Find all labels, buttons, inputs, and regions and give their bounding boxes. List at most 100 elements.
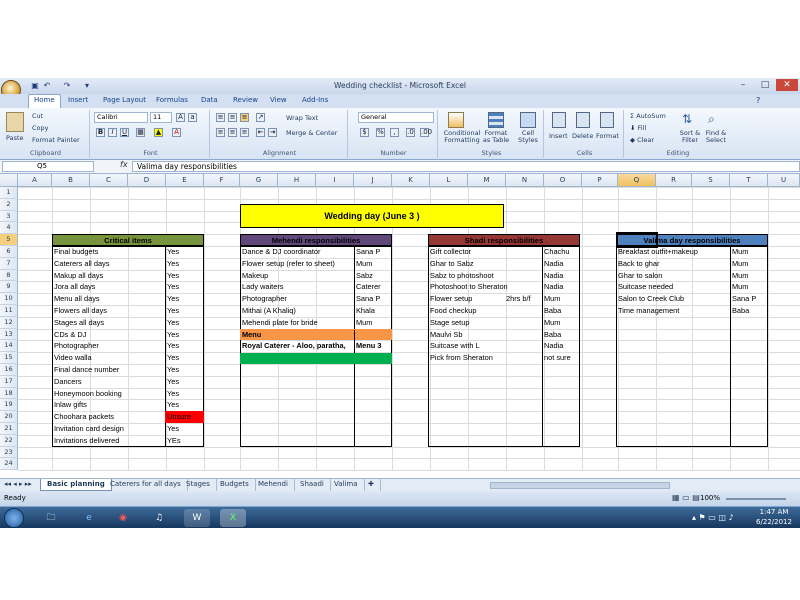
align-right-icon[interactable]: ≡ [240,128,249,137]
mehendi-owner[interactable]: Mum [354,258,392,270]
column-header-t[interactable]: T [730,174,768,187]
column-header-k[interactable]: K [392,174,430,187]
row-header-13[interactable]: 13 [0,328,18,341]
mehendi-owner[interactable]: Sana P [354,293,392,305]
critical-owner[interactable]: Yes [165,293,204,305]
column-header-e[interactable]: E [166,174,204,187]
mehendi-item[interactable]: Dance & DJ coordinator [240,246,354,258]
itunes-icon[interactable]: ♫ [146,509,172,527]
fill-button[interactable]: ⬇ Fill [630,124,646,132]
row-header-10[interactable]: 10 [0,293,18,305]
start-button[interactable] [4,508,24,528]
valima-owner[interactable]: Sana P [730,293,768,305]
find-select-button[interactable]: Find & Select [704,130,728,144]
critical-owner[interactable]: Yes [165,399,204,411]
valima-item[interactable]: Salon to Creek Club [616,293,730,305]
conditional-formatting-button[interactable]: Conditional Formatting [442,130,482,144]
sheet-tab-mehendi[interactable]: Mehendi [252,479,295,491]
sheet-tab-basic-planning[interactable]: Basic planning [40,479,112,491]
bold-icon[interactable]: B [96,128,105,137]
tray-icons[interactable]: ▴ ⚑ ▭ ◫ ♪ [692,513,734,522]
column-header-p[interactable]: P [582,174,618,187]
paste-button[interactable]: Paste [6,134,24,142]
mehendi-owner[interactable]: Khala [354,305,392,317]
critical-item[interactable]: Final dance number [52,364,165,376]
tab-data[interactable]: Data [201,96,218,104]
cut-button[interactable]: Cut [32,112,43,120]
critical-item[interactable]: Stages all days [52,317,165,329]
sheet-tab-stages[interactable]: Stages [180,479,217,491]
chrome-icon[interactable]: ◉ [110,509,136,527]
increase-decimal-icon[interactable]: .0 [406,128,415,137]
tab-view[interactable]: View [270,96,287,104]
comma-icon[interactable]: , [390,128,399,137]
column-header-q[interactable]: Q [618,174,656,187]
valima-owner[interactable]: Mum [730,258,768,270]
align-center-icon[interactable]: ≡ [228,128,237,137]
column-header-m[interactable]: M [468,174,506,187]
mehendi-owner[interactable]: Caterer [354,281,392,293]
orientation-icon[interactable]: ↗ [256,113,265,122]
tab-insert[interactable]: Insert [68,96,88,104]
critical-item[interactable]: Video walla [52,352,165,364]
row-header-7[interactable]: 7 [0,257,18,270]
row-header-21[interactable]: 21 [0,423,18,435]
sheet-nav-icon[interactable]: ◂◂ ◂ ▸ ▸▸ [4,480,32,488]
critical-owner[interactable]: Yes [165,258,204,270]
grow-font-icon[interactable]: A [176,113,185,122]
row-header-20[interactable]: 20 [0,411,18,423]
row-header-1[interactable]: 1 [0,187,18,199]
select-all-corner[interactable] [0,174,18,187]
zoom-level[interactable]: 100% [700,494,720,502]
critical-item[interactable]: Dancers [52,376,165,388]
mehendi-item[interactable]: Lady waiters [240,281,354,293]
shadi-owner[interactable]: Mum [542,317,580,329]
menu-ref[interactable]: Menu 3 [354,340,392,352]
critical-item[interactable]: Choohara packets [52,411,165,423]
critical-item[interactable]: Final budgets [52,246,165,258]
insert-button[interactable]: Insert [549,132,568,140]
tab-page-layout[interactable]: Page Layout [103,96,146,104]
column-header-g[interactable]: G [240,174,278,187]
borders-icon[interactable]: ▦ [136,128,145,137]
critical-owner[interactable]: Yes [165,317,204,329]
italic-icon[interactable]: I [108,128,117,137]
maximize-button[interactable]: □ [754,79,776,91]
critical-owner[interactable]: Yes [165,376,204,388]
word-icon[interactable]: W [184,509,210,527]
critical-owner[interactable]: Yes [165,388,204,400]
critical-item[interactable]: Flowers all days [52,305,165,317]
critical-owner[interactable]: Yes [165,246,204,258]
row-header-2[interactable]: 2 [0,198,18,211]
row-header-6[interactable]: 6 [0,246,18,258]
tab-add-ins[interactable]: Add-Ins [302,96,328,104]
critical-owner[interactable]: Yes [165,281,204,293]
critical-item[interactable]: Makup all days [52,270,165,282]
menu-item[interactable]: Royal Caterer - Aloo, paratha, [240,340,354,352]
close-button[interactable]: ✕ [776,79,798,91]
row-header-17[interactable]: 17 [0,375,18,388]
shadi-owner[interactable]: Nadia [542,340,580,352]
column-header-u[interactable]: U [768,174,800,187]
ie-icon[interactable]: e [76,509,102,527]
column-header-a[interactable]: A [18,174,52,187]
font-color-icon[interactable]: A [172,128,181,137]
minimize-button[interactable]: – [732,79,754,91]
row-header-3[interactable]: 3 [0,210,18,223]
column-header-b[interactable]: B [52,174,90,187]
column-header-c[interactable]: C [90,174,128,187]
copy-button[interactable]: Copy [32,124,49,132]
critical-item[interactable]: Honeymoon booking [52,388,165,400]
critical-owner[interactable]: Yes [165,423,204,435]
tab-formulas[interactable]: Formulas [156,96,188,104]
shadi-note[interactable] [504,246,542,258]
shadi-owner[interactable]: Nadia [542,281,580,293]
critical-item[interactable]: Invitations delivered [52,435,165,447]
column-header-l[interactable]: L [430,174,468,187]
mehendi-item[interactable]: Mehendi plate for bride [240,317,354,329]
shadi-note[interactable] [504,258,542,270]
column-header-h[interactable]: H [278,174,316,187]
critical-owner[interactable]: Yes [165,340,204,352]
increase-indent-icon[interactable]: ⇥ [268,128,277,137]
horizontal-scrollbar[interactable] [490,482,670,489]
